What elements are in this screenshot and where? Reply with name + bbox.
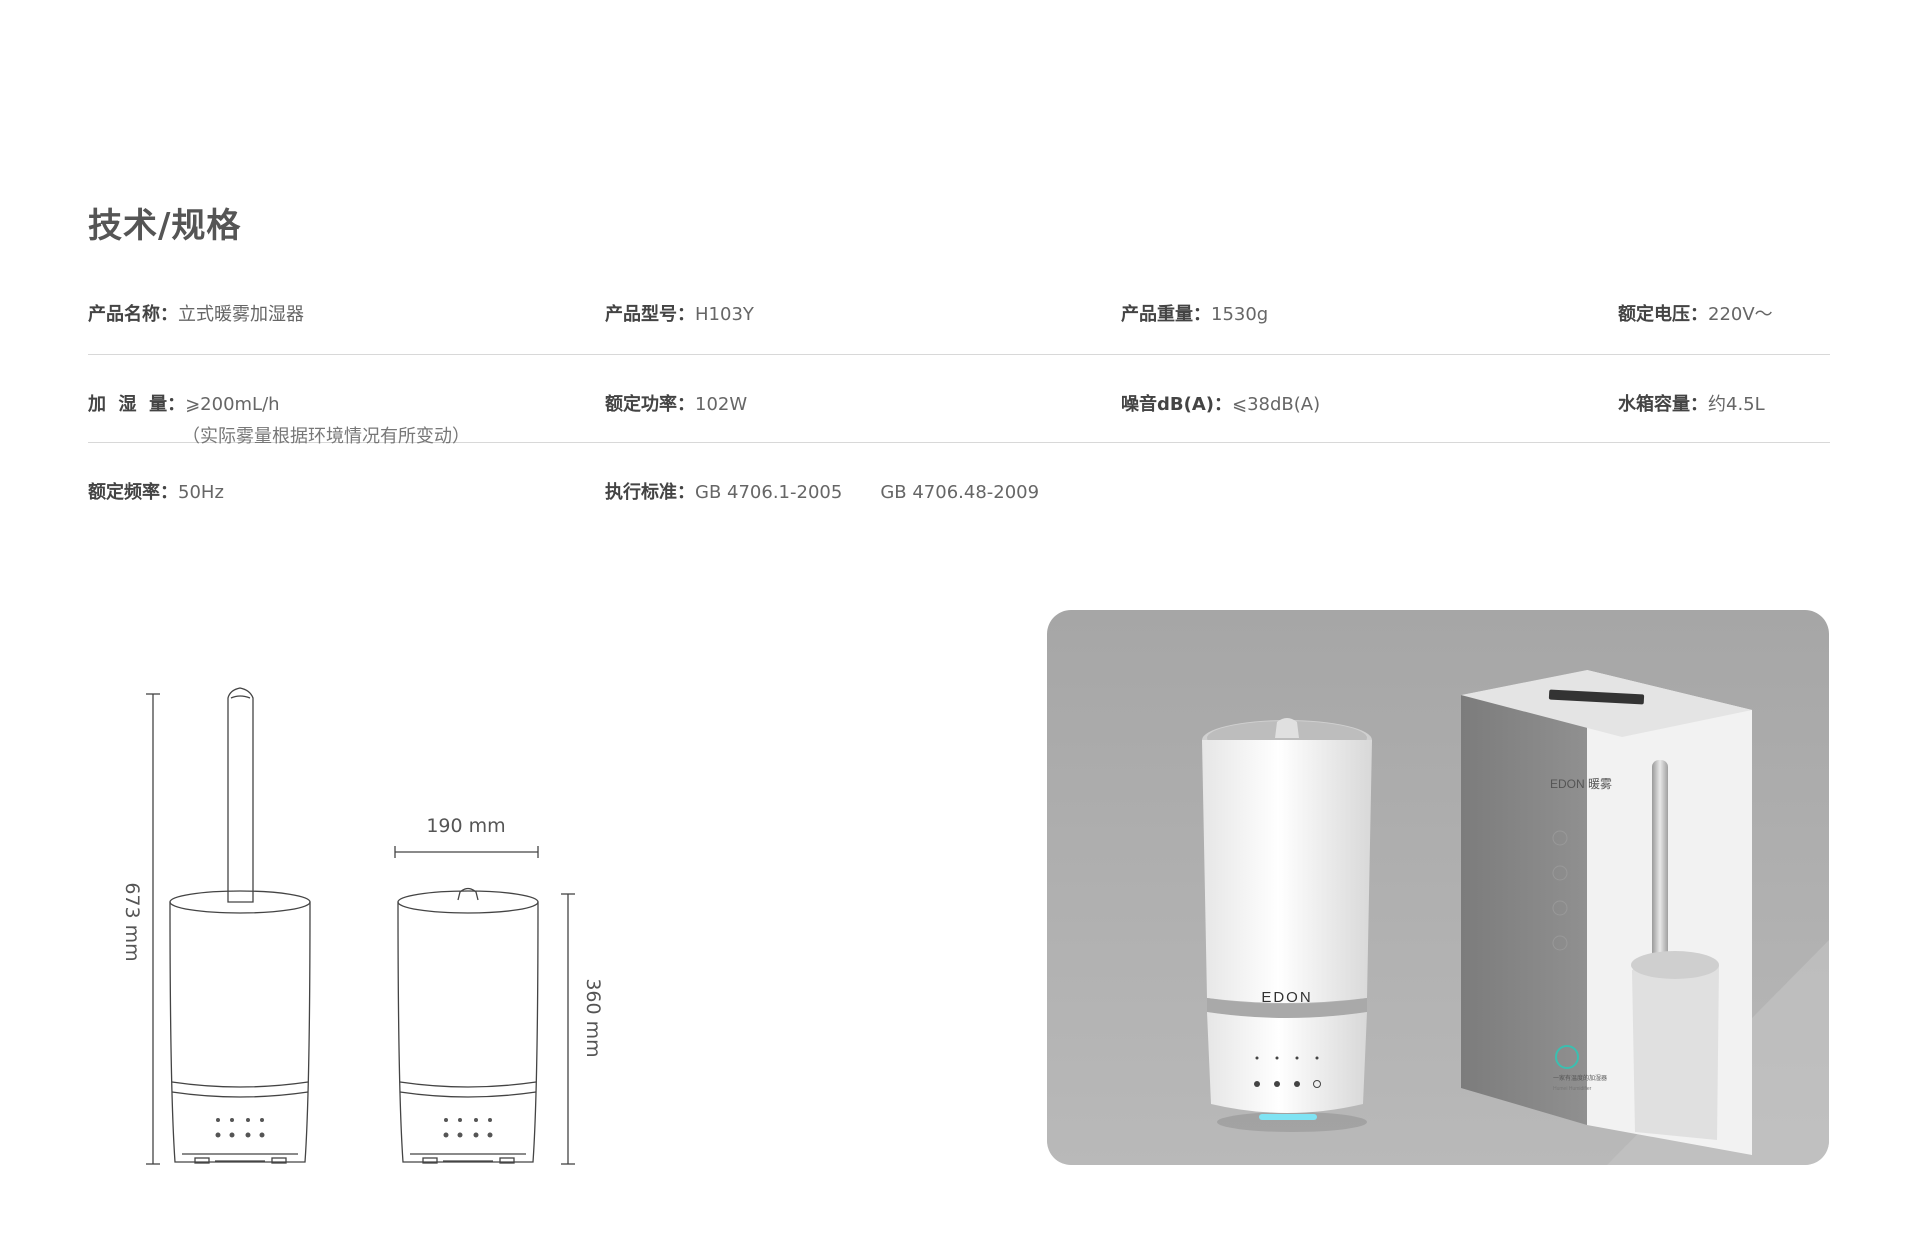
- spec-label: 产品型号：: [605, 304, 695, 325]
- device-brand: EDON: [1261, 989, 1312, 1006]
- dimension-drawings: 673 mm 190 mm 360 mm: [121, 687, 604, 1165]
- spec-value: 立式暖雾加湿器: [178, 304, 304, 325]
- spec-row-1: 产品名称：立式暖雾加湿器 产品型号：H103Y 产品重量：1530g 额定电压：…: [88, 290, 1830, 355]
- spec-row-3: 额定频率：50Hz 执行标准：GB 4706.1-2005 GB 4706.48-…: [88, 468, 1830, 508]
- spec-noise: 噪音dB(A)：⩽38dB(A): [1121, 390, 1320, 416]
- spec-humidify: 加 湿 量：⩾200mL/h （实际雾量根据环境情况有所变动）: [88, 390, 470, 448]
- product-photo: EDON EDON 暖雾 一家有温度的加湿器 Humei Humidifier: [1047, 610, 1829, 1165]
- spec-value: GB 4706.1-2005: [695, 482, 843, 503]
- spec-value: 约4.5L: [1708, 394, 1765, 415]
- body-height-label: 360 mm: [582, 978, 604, 1057]
- spec-label: 噪音dB(A)：: [1121, 394, 1232, 415]
- spec-product-name: 产品名称：立式暖雾加湿器: [88, 300, 304, 326]
- spec-note: （实际雾量根据环境情况有所变动）: [182, 426, 470, 447]
- spec-label: 执行标准：: [605, 482, 695, 503]
- spec-label: 水箱容量：: [1618, 394, 1708, 415]
- spec-label: 产品名称：: [88, 304, 178, 325]
- spec-standard: 执行标准：GB 4706.1-2005 GB 4706.48-2009: [605, 478, 1039, 504]
- spec-value: ⩾200mL/h: [185, 394, 280, 415]
- total-height-label: 673 mm: [121, 882, 143, 961]
- spec-power: 额定功率：102W: [605, 390, 747, 416]
- spec-label: 额定功率：: [605, 394, 695, 415]
- spec-voltage: 额定电压：220V～: [1618, 300, 1773, 326]
- spec-weight: 产品重量：1530g: [1121, 300, 1268, 326]
- box-footer-en: Humei Humidifier: [1553, 1086, 1592, 1092]
- spec-value: 102W: [695, 394, 748, 415]
- width-label: 190 mm: [426, 815, 505, 837]
- spec-value-2: GB 4706.48-2009: [880, 482, 1040, 503]
- page-title: 技术/规格: [88, 206, 242, 246]
- box-brand: EDON 暖雾: [1550, 777, 1612, 791]
- spec-tank: 水箱容量：约4.5L: [1618, 390, 1765, 416]
- spec-label: 额定电压：: [1618, 304, 1708, 325]
- spec-model: 产品型号：H103Y: [605, 300, 754, 326]
- spec-value: 220V～: [1708, 304, 1773, 325]
- box-footer: 一家有温度的加湿器: [1553, 1074, 1607, 1082]
- spec-value: ⩽38dB(A): [1232, 394, 1321, 415]
- spec-row-2: 加 湿 量：⩾200mL/h （实际雾量根据环境情况有所变动） 额定功率：102W…: [88, 380, 1830, 447]
- spec-value: 1530g: [1211, 304, 1269, 325]
- spec-value: H103Y: [695, 304, 754, 325]
- spec-label: 加 湿 量：: [88, 394, 186, 415]
- spec-label: 额定频率：: [88, 482, 178, 503]
- spec-frequency: 额定频率：50Hz: [88, 478, 224, 504]
- spec-label: 产品重量：: [1121, 304, 1211, 325]
- spec-value: 50Hz: [178, 482, 224, 503]
